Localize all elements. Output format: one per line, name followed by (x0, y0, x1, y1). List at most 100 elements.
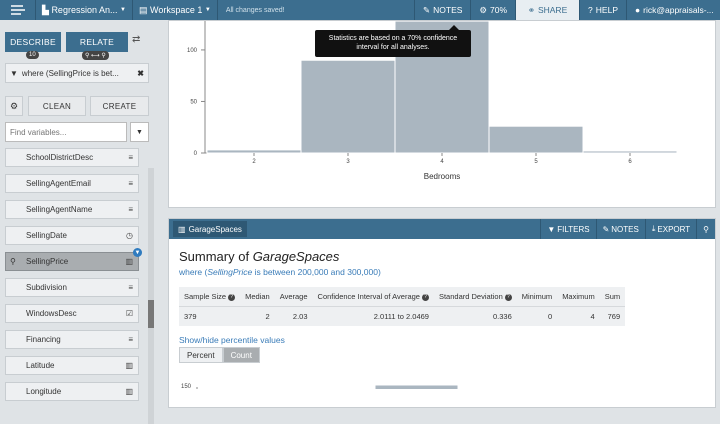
summary-title-variable: GarageSpaces (252, 249, 340, 264)
create-button[interactable]: CREATE (90, 96, 149, 116)
variable-type-icon: ≡ (128, 283, 133, 292)
relate-button[interactable]: RELATE (66, 32, 128, 52)
notes-label: NOTES (433, 5, 463, 15)
stats-header-label: Average (279, 292, 308, 301)
settings-gear-button[interactable]: ⚙ (5, 96, 23, 116)
notes-button[interactable]: ✎ NOTES (414, 0, 470, 20)
pin-icon[interactable]: ⚲ (696, 219, 715, 239)
variable-name: Latitude (26, 361, 55, 370)
summary-title-prefix: Summary of (179, 249, 253, 264)
variable-name: SchoolDistrictDesc (26, 153, 94, 162)
stats-header: Average (274, 287, 313, 307)
find-dropdown-button[interactable]: ▼ (130, 122, 149, 142)
describe-button[interactable]: DESCRIBE (5, 32, 61, 52)
variable-item[interactable]: Longitude ▥ (5, 382, 139, 401)
card-header: ▥ GarageSpaces ▼ FILTERS ✎ NOTES ⤓ EXPORT ⚲ (169, 219, 715, 239)
variable-item[interactable]: SchoolDistrictDesc ≡ (5, 148, 139, 167)
sidebar-scrollbar[interactable] (148, 168, 154, 424)
filter-icon: ▼ (10, 68, 18, 78)
filters-button[interactable]: ▼ FILTERS (540, 219, 595, 239)
variable-name: WindowsDesc (26, 309, 77, 318)
show-hide-percentiles-link[interactable]: Show/hide percentile values (179, 335, 285, 345)
help-button[interactable]: ? HELP (579, 0, 626, 20)
percent-toggle[interactable]: Percent (179, 347, 223, 363)
download-icon: ⤓ (651, 224, 656, 233)
share-button[interactable]: ⚭ SHARE (515, 0, 580, 20)
stats-header: Sum (599, 287, 626, 307)
chevron-down-icon: ▼ (204, 7, 211, 13)
percent-count-toggle: Percent Count (179, 347, 260, 363)
variable-item[interactable]: Latitude ▥ (5, 356, 139, 375)
find-variables-input[interactable] (5, 122, 127, 142)
export-button[interactable]: ⤓ EXPORT (644, 219, 696, 239)
stats-header: Confidence Interval of Average? (312, 287, 434, 307)
breadcrumb-project[interactable]: ▙ Regression An... ▼ (36, 0, 133, 20)
chevron-down-icon: ▼ (120, 7, 126, 13)
stats-value: 379 (184, 312, 197, 321)
variable-name: SellingAgentEmail (26, 179, 91, 188)
variable-item[interactable]: SellingAgentName ≡ (5, 200, 139, 219)
variable-item[interactable]: Subdivision ≡ (5, 278, 139, 297)
info-icon[interactable]: ? (228, 293, 236, 301)
info-icon[interactable]: ? (504, 293, 512, 301)
sidebar: DESCRIBE 10 RELATE ⚲ ⟷ ⚲ ⇄ ▼ where (Sell… (0, 20, 156, 424)
stats-header-label: Standard Deviation (438, 292, 503, 301)
close-icon[interactable]: ✖ (137, 69, 144, 78)
export-label: EXPORT (657, 224, 691, 234)
summary-filter-text: where (SellingPrice is between 200,000 a… (179, 267, 381, 277)
x-axis-label: Bedrooms (424, 172, 460, 181)
scrollbar-thumb[interactable] (148, 300, 154, 328)
filter-pin-icon: ▼ (133, 248, 142, 257)
user-menu[interactable]: ● rick@appraisals-... (626, 0, 720, 20)
app-logo-icon[interactable] (0, 0, 36, 20)
filter-pill[interactable]: ▼ where (SellingPrice is bet... ✖ (5, 63, 149, 83)
variable-item[interactable]: WindowsDesc ☑ (5, 304, 139, 323)
workspace-icon: ▤ (138, 4, 148, 15)
clean-button[interactable]: CLEAN (28, 96, 86, 116)
confidence-tooltip: Statistics are based on a 70% confidence… (315, 25, 471, 57)
stats-header: Maximum (557, 287, 600, 307)
help-label: HELP (595, 5, 618, 15)
y-tick-label: 0 (194, 151, 198, 157)
count-toggle[interactable]: Count (222, 347, 260, 363)
key-icon: ⚲ (10, 257, 16, 266)
x-tick-label: 5 (534, 159, 538, 165)
gear-icon: ⚙ (479, 4, 488, 15)
variable-name: Longitude (26, 387, 62, 396)
stats-header-label: Minimum (521, 292, 553, 301)
where-prefix: where ( (179, 267, 208, 277)
variable-type-icon: ▥ (125, 361, 133, 370)
variable-type-icon: ▥ (125, 257, 133, 266)
variable-type-icon: ▥ (125, 387, 133, 396)
main-panel: 2 3 4 5 6 100 50 0 Bedrooms ▥ GarageSpaces ▼ FILTE… (156, 20, 720, 408)
variable-item[interactable]: SellingDate ◷ (5, 226, 139, 245)
chevron-down-icon: ▼ (136, 128, 143, 136)
info-icon[interactable]: ? (421, 293, 429, 301)
garage-bar (374, 384, 459, 389)
card-notes-label: NOTES (611, 224, 639, 234)
filter-icon: ▼ (547, 224, 556, 234)
breadcrumb-project-label: Regression An... (51, 5, 118, 15)
filter-text: where (SellingPrice is bet... (21, 68, 119, 78)
stats-header-label: Median (245, 292, 270, 301)
stats-value: 0.336 (492, 312, 512, 321)
user-email: rick@appraisals-... (643, 5, 714, 15)
variable-item[interactable]: SellingAgentEmail ≡ (5, 174, 139, 193)
card-tab[interactable]: ▥ GarageSpaces (173, 221, 247, 237)
pencil-icon: ✎ (602, 224, 610, 234)
variable-item[interactable]: Financing ≡ (5, 330, 139, 349)
stats-header-label: Maximum (562, 292, 595, 301)
x-tick-label: 6 (628, 159, 632, 165)
stats-header: Sample Size? (179, 287, 241, 307)
stats-header-label: Confidence Interval of Average (317, 292, 420, 301)
garagespaces-card: ▥ GarageSpaces ▼ FILTERS ✎ NOTES ⤓ EXPORT ⚲ … (168, 218, 716, 408)
swap-icon[interactable]: ⇄ (132, 34, 140, 45)
card-notes-button[interactable]: ✎ NOTES (595, 219, 645, 239)
stats-value: 769 (607, 312, 621, 321)
stats-value: 2.0111 to 2.0469 (373, 312, 429, 321)
breadcrumb-workspace[interactable]: ▤ Workspace 1 ▼ (133, 0, 218, 20)
variable-item[interactable]: ⚲ ▼ SellingPrice ▥ (5, 248, 142, 271)
chart-icon: ▥ (178, 224, 186, 234)
confidence-button[interactable]: ⚙ 70% (470, 0, 515, 20)
where-suffix: is between 200,000 and 300,000) (252, 267, 381, 277)
